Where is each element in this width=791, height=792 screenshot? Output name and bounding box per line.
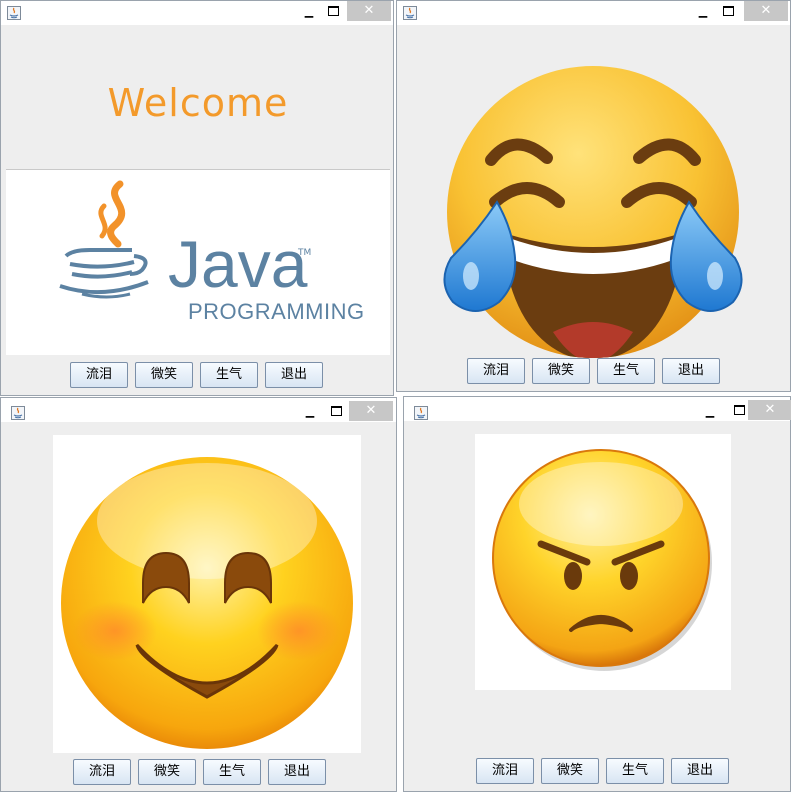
minimize-button[interactable]: ▁ (304, 406, 316, 419)
smile-button[interactable]: 微笑 (532, 358, 590, 384)
maximize-button[interactable] (328, 6, 339, 16)
close-button[interactable]: ✕ (347, 1, 391, 21)
exit-button[interactable]: 退出 (671, 758, 729, 784)
java-app-icon (11, 406, 25, 420)
title-bar[interactable]: ▁ ✕ (1, 398, 396, 422)
java-cup-icon (59, 180, 149, 299)
java-logo-subtitle: PROGRAMMING (188, 299, 365, 324)
content-area (9, 429, 392, 755)
maximize-button[interactable] (723, 6, 734, 16)
exit-button[interactable]: 退出 (662, 358, 720, 384)
minimize-button[interactable]: ▁ (697, 6, 709, 19)
exit-button[interactable]: 退出 (268, 759, 326, 785)
cry-button[interactable]: 流泪 (70, 362, 128, 388)
exit-button[interactable]: 退出 (265, 362, 323, 388)
content-area (401, 28, 787, 358)
window-smile: ▁ ✕ 流泪 微笑 生气 退出 (0, 397, 397, 792)
angry-button[interactable]: 生气 (597, 358, 655, 384)
angry-button[interactable]: 生气 (606, 758, 664, 784)
java-logo-image: Java TM PROGRAMMING (6, 170, 390, 355)
title-bar[interactable]: ▁ ✕ (397, 1, 790, 25)
smiling-emoji-image (53, 435, 361, 753)
angry-emoji-image (475, 434, 731, 690)
welcome-panel: Welcome (6, 33, 390, 169)
cry-button[interactable]: 流泪 (73, 759, 131, 785)
cry-button[interactable]: 流泪 (476, 758, 534, 784)
java-app-icon (403, 6, 417, 20)
angry-button[interactable]: 生气 (203, 759, 261, 785)
smile-button[interactable]: 微笑 (138, 759, 196, 785)
smile-button[interactable]: 微笑 (541, 758, 599, 784)
welcome-label: Welcome (107, 81, 289, 125)
close-button[interactable]: ✕ (349, 401, 393, 421)
java-app-icon (7, 6, 21, 20)
content-area (412, 428, 789, 754)
java-logo-trademark: TM (298, 248, 312, 258)
window-welcome: ▁ ✕ Welcome Java TM PROGRAMMING 流泪 微笑 生气 (0, 0, 394, 396)
angry-button[interactable]: 生气 (200, 362, 258, 388)
window-angry: ▁ ✕ 流泪 微笑 生气 退出 (403, 396, 791, 792)
smile-button[interactable]: 微笑 (135, 362, 193, 388)
java-app-icon (414, 406, 428, 420)
title-bar[interactable]: ▁ ✕ (404, 397, 791, 421)
minimize-button[interactable]: ▁ (704, 406, 716, 419)
maximize-button[interactable] (734, 405, 745, 415)
tears-of-joy-emoji-image (443, 66, 743, 358)
content-area: Welcome Java TM PROGRAMMING (6, 33, 390, 355)
cry-button[interactable]: 流泪 (467, 358, 525, 384)
close-button[interactable]: ✕ (748, 400, 791, 420)
minimize-button[interactable]: ▁ (303, 6, 315, 19)
close-button[interactable]: ✕ (744, 1, 788, 21)
maximize-button[interactable] (331, 406, 342, 416)
window-tears-of-joy: ▁ ✕ 流泪 微笑 生气 退出 (396, 0, 791, 392)
title-bar[interactable]: ▁ ✕ (1, 1, 393, 25)
java-logo-word: Java (168, 227, 308, 301)
